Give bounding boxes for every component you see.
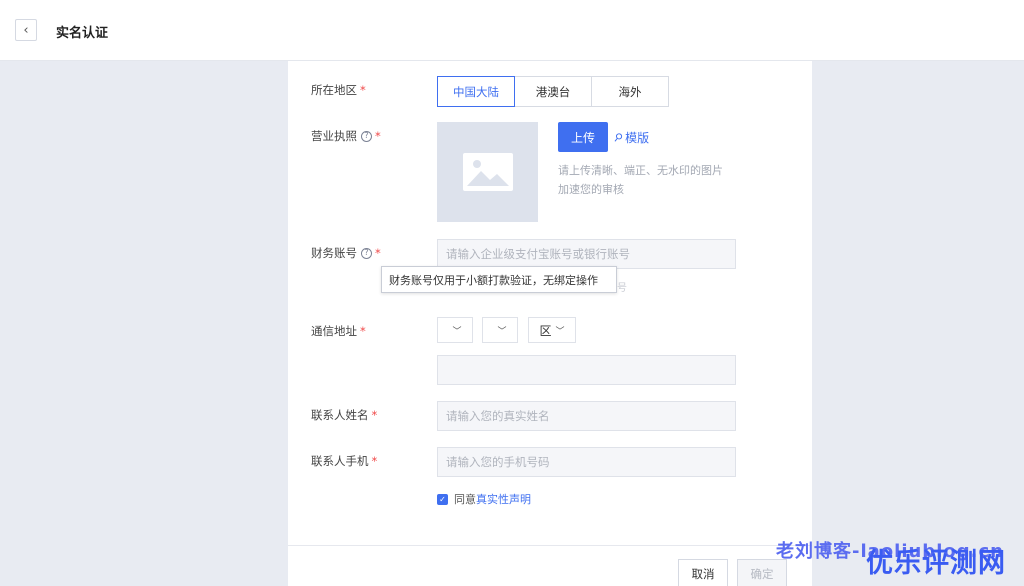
upload-hint-2: 加速您的审核: [558, 183, 624, 196]
paperclip-icon: ⚲: [610, 129, 626, 146]
agreement-checkbox[interactable]: ✓: [437, 493, 448, 505]
agreement-row: ✓ 同意 真实性声明: [437, 491, 531, 507]
chevron-down-icon: ﹀: [452, 326, 462, 337]
region-selector: 中国大陆 港澳台 海外: [437, 76, 669, 107]
chevron-down-icon: ﹀: [497, 326, 507, 337]
contact-name-label: 联系人姓名 *: [311, 408, 378, 422]
contact-phone-input[interactable]: 请输入您的手机号码: [437, 447, 736, 477]
address-label: 通信地址 *: [311, 324, 366, 338]
required-mark: *: [360, 324, 366, 338]
contact-phone-label: 联系人手机 *: [311, 454, 378, 468]
province-select[interactable]: ﹀: [437, 317, 473, 343]
chevron-left-icon: ‹: [23, 22, 29, 38]
required-mark: *: [360, 83, 366, 97]
page-title: 实名认证: [56, 26, 109, 41]
required-mark: *: [375, 129, 381, 143]
district-select[interactable]: 区 ﹀: [528, 317, 576, 343]
upload-button[interactable]: 上传: [558, 122, 608, 152]
region-label: 所在地区 *: [311, 83, 366, 97]
question-circle-icon[interactable]: ?: [361, 130, 372, 142]
footer-divider: [288, 545, 812, 546]
required-mark: *: [375, 246, 381, 260]
back-button[interactable]: ‹: [15, 19, 37, 41]
account-tooltip: 财务账号仅用于小额打款验证，无绑定操作: [381, 266, 617, 293]
agreement-link[interactable]: 真实性声明: [476, 491, 531, 507]
account-hint-tail: 号: [617, 283, 627, 294]
agreement-prefix: 同意: [454, 493, 476, 506]
required-mark: *: [371, 454, 378, 468]
chevron-down-icon: ﹀: [555, 326, 565, 337]
account-input[interactable]: 请输入企业级支付宝账号或银行账号: [437, 239, 736, 269]
region-option-hk-mo-tw[interactable]: 港澳台: [514, 76, 592, 107]
required-mark: *: [371, 408, 378, 422]
city-select[interactable]: ﹀: [482, 317, 518, 343]
license-label: 营业执照 ? *: [311, 129, 381, 143]
account-label: 财务账号 ? *: [311, 246, 381, 260]
template-link[interactable]: ⚲ 模版: [610, 129, 649, 146]
region-option-overseas[interactable]: 海外: [591, 76, 669, 107]
image-placeholder-icon: [462, 153, 513, 191]
top-bar: ‹ 实名认证: [0, 0, 1024, 61]
cancel-button[interactable]: 取消: [678, 559, 728, 586]
upload-hint: 请上传清晰、端正、无水印的图片: [558, 164, 723, 177]
watermark-site: 优乐评测网: [866, 548, 1006, 579]
question-circle-icon[interactable]: ?: [361, 247, 372, 259]
confirm-button[interactable]: 确定: [737, 559, 787, 586]
form-panel: 所在地区 * 中国大陆 港澳台 海外 营业执照 ? * 上传 ⚲ 模版 请上传清晰…: [288, 61, 812, 586]
contact-name-input[interactable]: 请输入您的真实姓名: [437, 401, 736, 431]
region-option-mainland[interactable]: 中国大陆: [437, 76, 515, 107]
address-detail-input[interactable]: [437, 355, 736, 385]
license-upload-preview[interactable]: [437, 122, 538, 222]
